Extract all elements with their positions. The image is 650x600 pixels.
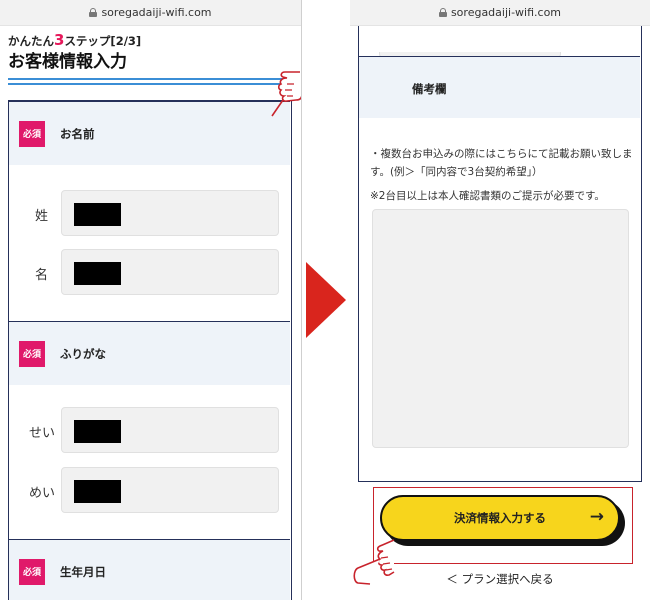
back-to-plan-link[interactable]: ＜ プラン選択へ戻る	[350, 571, 650, 587]
field-label: めい	[29, 486, 56, 501]
section-label: お名前	[60, 126, 95, 141]
url-text: soregadaiji-wifi.com	[450, 6, 562, 19]
field-label: 名	[35, 268, 49, 283]
memo-note: ・複数台お申込みの際にはこちらにて記載お願い致します。(例＞「同内容で3台契約希…	[370, 148, 633, 178]
memo-note-id-required: ※2台目以上は本人確認書類のご提示が必要です。	[370, 190, 605, 202]
required-badge: 必須	[19, 558, 45, 585]
right-arrow-icon: →	[589, 507, 604, 527]
left-phone-screen: soregadaiji-wifi.com かんたん3ステップ[2/3] お客様情…	[0, 0, 302, 600]
redacted-value	[74, 480, 121, 503]
memo-textarea[interactable]	[372, 209, 629, 448]
page-title: お客様情報入力	[8, 52, 127, 72]
memo-form: 備考欄 ・複数台お申込みの際にはこちらにて記載お願い致します。(例＞「同内容で3…	[358, 26, 642, 482]
last-name-kana-row: せい	[9, 407, 290, 455]
first-name-input[interactable]	[61, 249, 279, 295]
section-birthdate-header: 必須 生年月日	[9, 539, 290, 600]
title-underline	[8, 78, 293, 88]
required-badge: 必須	[19, 120, 45, 147]
memo-label: 備考欄	[412, 82, 447, 96]
last-name-input[interactable]	[61, 190, 279, 236]
lock-icon	[89, 8, 98, 17]
field-label: せい	[29, 426, 56, 441]
first-name-row: 名	[9, 249, 290, 297]
section-label: 生年月日	[60, 564, 106, 579]
url-text: soregadaiji-wifi.com	[101, 6, 212, 19]
redacted-value	[74, 420, 121, 443]
first-name-kana-row: めい	[9, 467, 290, 515]
lock-icon	[438, 8, 447, 17]
customer-form: 必須 お名前 姓 名 必須 ふりがな せい めい 必須 生年月日	[8, 100, 292, 600]
address-bar[interactable]: soregadaiji-wifi.com	[0, 0, 301, 26]
memo-section-header: 備考欄	[359, 56, 640, 118]
first-name-kana-input[interactable]	[61, 467, 279, 513]
proceed-to-payment-button[interactable]: 決済情報入力する →	[380, 495, 620, 541]
redacted-value	[74, 203, 121, 226]
field-label: 姓	[35, 209, 49, 224]
redacted-value	[74, 262, 121, 285]
next-step-arrow-icon	[306, 262, 346, 338]
address-bar[interactable]: soregadaiji-wifi.com	[350, 0, 650, 26]
button-label: 決済情報入力する	[454, 511, 546, 525]
section-furigana-header: 必須 ふりがな	[9, 321, 290, 385]
section-name-header: 必須 お名前	[9, 101, 290, 165]
required-badge: 必須	[19, 340, 45, 367]
section-label: ふりがな	[60, 346, 106, 361]
pointing-hand-icon	[271, 71, 301, 117]
last-name-kana-input[interactable]	[61, 407, 279, 453]
right-phone-screen: soregadaiji-wifi.com 備考欄 ・複数台お申込みの際にはこちら…	[350, 0, 650, 600]
last-name-row: 姓	[9, 190, 290, 238]
